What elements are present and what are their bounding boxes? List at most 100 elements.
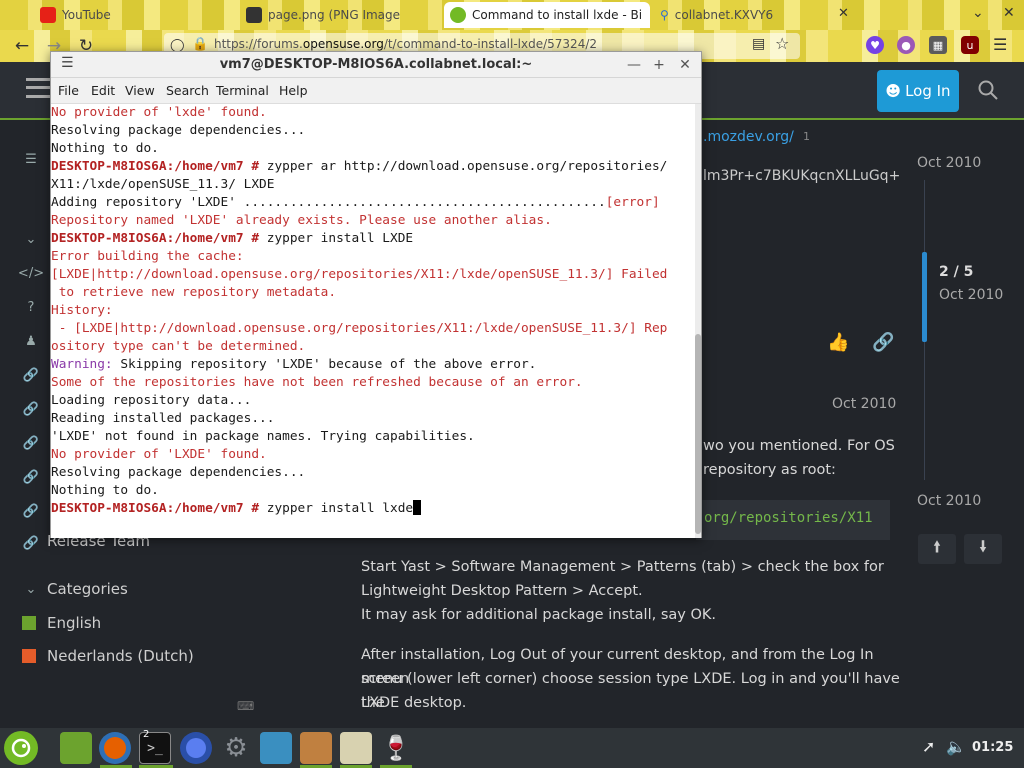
terminal-line: History: bbox=[51, 302, 695, 320]
folder-icon[interactable] bbox=[60, 732, 92, 764]
chevron-down-icon[interactable]: ⌄ bbox=[972, 5, 984, 21]
opensuse-menu-icon[interactable] bbox=[4, 731, 38, 765]
category-nederlands[interactable]: Nederlands (Dutch) bbox=[47, 647, 194, 665]
terminal-scrollbar[interactable] bbox=[695, 104, 701, 538]
menu-terminal[interactable]: Terminal bbox=[216, 83, 269, 98]
user-icon: ☻ bbox=[885, 82, 902, 100]
link-icon[interactable]: 🔗 bbox=[22, 434, 40, 452]
menu-icon[interactable]: ☰ bbox=[993, 35, 1007, 54]
wine-icon[interactable] bbox=[300, 732, 332, 764]
bookmark-star-icon[interactable]: ☆ bbox=[775, 34, 789, 53]
group-icon[interactable]: ♟ bbox=[22, 332, 40, 350]
link-icon[interactable]: 🔗 bbox=[22, 468, 40, 486]
menu-search[interactable]: Search bbox=[166, 83, 209, 98]
youtube-icon bbox=[40, 7, 56, 23]
menu-view[interactable]: View bbox=[125, 83, 155, 98]
terminal-line: No provider of 'lxde' found. bbox=[51, 104, 695, 122]
post-link[interactable]: .mozdev.org/ bbox=[703, 129, 794, 145]
notepad-icon[interactable] bbox=[340, 732, 372, 764]
post-paragraph-line: Start Yast > Software Management > Patte… bbox=[361, 559, 884, 575]
maximize-icon[interactable]: + bbox=[649, 55, 669, 75]
link-icon[interactable]: 🔗 bbox=[22, 366, 40, 384]
close-icon[interactable]: ✕ bbox=[675, 55, 695, 75]
settings-gear-icon[interactable]: ⚙ bbox=[220, 732, 252, 764]
back-arrow-icon[interactable]: ← bbox=[10, 34, 34, 58]
scroll-down-button[interactable]: 🠛 bbox=[964, 534, 1002, 564]
tab-label: YouTube bbox=[62, 8, 111, 22]
firefox-icon[interactable] bbox=[99, 732, 131, 764]
menu-file[interactable]: File bbox=[58, 83, 79, 98]
terminal-line: Adding repository 'LXDE' ...............… bbox=[51, 194, 695, 212]
login-label: Log In bbox=[905, 82, 951, 100]
link-icon[interactable]: 🔗 bbox=[22, 400, 40, 418]
terminal-line: ository type can't be determined. bbox=[51, 338, 695, 356]
terminal-line: DESKTOP-M8IOS6A:/home/vm7 # zypper ar ht… bbox=[51, 158, 695, 176]
terminal-line: Nothing to do. bbox=[51, 482, 695, 500]
scroll-up-button[interactable]: 🠙 bbox=[918, 534, 956, 564]
category-color-swatch bbox=[22, 649, 36, 663]
terminal-text: zypper install LXDE bbox=[266, 231, 414, 246]
category-color-swatch bbox=[22, 616, 36, 630]
terminal-line: DESKTOP-M8IOS6A:/home/vm7 # zypper insta… bbox=[51, 230, 695, 248]
volume-icon[interactable]: 🔈 bbox=[946, 737, 966, 756]
layers-icon[interactable]: ☰ bbox=[22, 150, 40, 168]
login-button[interactable]: ☻ Log In bbox=[877, 70, 959, 112]
terminal-text: Adding repository 'LXDE' ...............… bbox=[51, 195, 606, 210]
terminal-text: Error building the cache: bbox=[51, 249, 244, 264]
terminal-text: Some of the repositories have not been r… bbox=[51, 375, 583, 390]
minimize-icon[interactable]: — bbox=[624, 55, 644, 75]
terminal-text: - [LXDE|http://download.opensuse.org/rep… bbox=[51, 321, 668, 336]
account-icon[interactable]: ● bbox=[897, 36, 915, 54]
ublock-icon[interactable]: u bbox=[961, 36, 979, 54]
shell-prompt: DESKTOP-M8IOS6A:/home/vm7 # bbox=[51, 159, 267, 174]
terminal-text: zypper install lxde bbox=[266, 501, 414, 516]
terminal-titlebar[interactable]: ☰ vm7@DESKTOP-M8IOS6A.collabnet.local:~ … bbox=[51, 52, 701, 78]
sidebar-categories-heading[interactable]: Categories bbox=[47, 580, 128, 598]
terminal-line: Repository named 'LXDE' already exists. … bbox=[51, 212, 695, 230]
reader-mode-icon[interactable]: ▤ bbox=[752, 36, 765, 52]
tab-search[interactable]: ⚲ collabnet.KXVY6 bbox=[654, 2, 844, 28]
warning-label: Warning: bbox=[51, 357, 121, 372]
timeline-date-bottom[interactable]: Oct 2010 bbox=[917, 493, 981, 509]
post-fragment-key: lm3Pr+c7BKUKqcnXLLuGq+ bbox=[703, 168, 901, 184]
link-icon[interactable]: 🔗 bbox=[22, 534, 40, 552]
package-icon[interactable] bbox=[260, 732, 292, 764]
post-date[interactable]: Oct 2010 bbox=[832, 396, 896, 412]
chevron-down-icon[interactable]: ⌄ bbox=[22, 230, 40, 248]
extensions-icon[interactable]: ▦ bbox=[929, 36, 947, 54]
terminal-text: Repository named 'LXDE' already exists. … bbox=[51, 213, 552, 228]
scrollbar-thumb[interactable] bbox=[695, 334, 701, 534]
timeline-handle[interactable] bbox=[922, 252, 927, 342]
terminal-output[interactable]: No provider of 'lxde' found. Resolving pa… bbox=[51, 104, 695, 538]
tab-command-to-install-lxde[interactable]: Command to install lxde - Bi bbox=[444, 2, 650, 28]
menu-help[interactable]: Help bbox=[279, 83, 308, 98]
network-icon[interactable]: ➚ bbox=[922, 737, 935, 756]
desktop: YouTube page.png (PNG Image Command to i… bbox=[0, 0, 1024, 768]
clock[interactable]: 01:25 bbox=[972, 740, 1013, 755]
tab-image[interactable]: page.png (PNG Image bbox=[240, 2, 440, 28]
menu-edit[interactable]: Edit bbox=[91, 83, 115, 98]
close-window-icon[interactable]: ✕ bbox=[1003, 5, 1015, 21]
terminal-line: Error building the cache: bbox=[51, 248, 695, 266]
share-link-icon[interactable]: 🔗 bbox=[872, 332, 894, 353]
firefox-nightly-icon[interactable] bbox=[180, 732, 212, 764]
url-domain: opensuse.org bbox=[302, 37, 384, 51]
terminal-line: Reading installed packages... bbox=[51, 410, 695, 428]
terminal-text: zypper ar http://download.opensuse.org/r… bbox=[266, 159, 668, 174]
link-icon[interactable]: 🔗 bbox=[22, 502, 40, 520]
code-icon[interactable]: </> bbox=[18, 264, 44, 282]
pocket-icon[interactable]: ♥ bbox=[866, 36, 884, 54]
opensuse-icon bbox=[450, 7, 466, 23]
wine-glass-icon[interactable]: 🍷 bbox=[380, 732, 412, 764]
timeline-date-top[interactable]: Oct 2010 bbox=[917, 155, 981, 171]
hamburger-menu-icon[interactable] bbox=[26, 78, 50, 98]
close-tab-icon[interactable]: ✕ bbox=[838, 6, 849, 21]
tab-youtube[interactable]: YouTube bbox=[34, 2, 234, 28]
timeline-position: 2 / 5 bbox=[939, 264, 974, 280]
search-icon[interactable] bbox=[976, 78, 1000, 102]
like-icon[interactable]: 👍 bbox=[827, 332, 849, 353]
category-english[interactable]: English bbox=[47, 614, 101, 632]
terminal-window[interactable]: ☰ vm7@DESKTOP-M8IOS6A.collabnet.local:~ … bbox=[50, 51, 702, 538]
help-icon[interactable]: ? bbox=[22, 298, 40, 316]
chevron-down-icon[interactable]: ⌄ bbox=[22, 580, 40, 598]
